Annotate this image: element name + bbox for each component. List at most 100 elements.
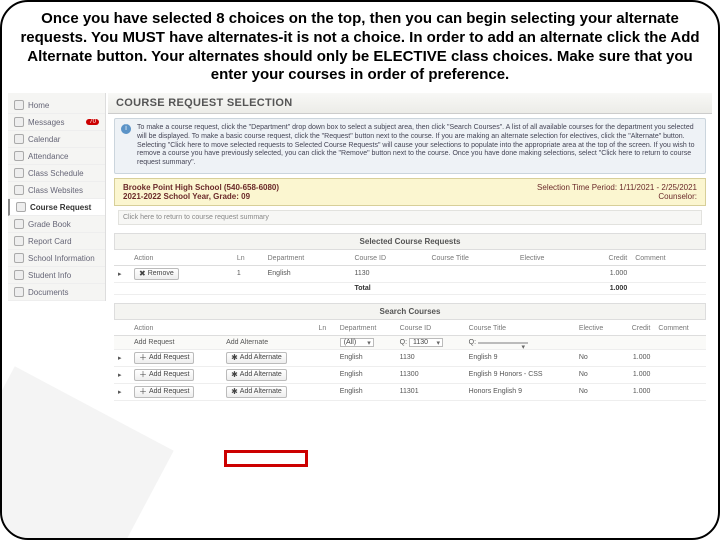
book-icon xyxy=(14,219,24,229)
expand-icon[interactable]: ▸ xyxy=(118,389,122,396)
sidebar-label: School Information xyxy=(28,254,95,263)
sidebar-item-class-schedule[interactable]: Class Schedule xyxy=(8,165,105,182)
cell-elective: No xyxy=(575,349,619,366)
sidebar-item-messages[interactable]: Messages70 xyxy=(8,114,105,131)
info-banner: i To make a course request, click the "D… xyxy=(114,118,706,174)
x-icon: ✖ xyxy=(139,270,146,278)
sidebar-label: Attendance xyxy=(28,152,68,161)
sidebar-item-grade-book[interactable]: Grade Book xyxy=(8,216,105,233)
school-name: Brooke Point High School (540-658-6080) xyxy=(123,183,279,192)
remove-button[interactable]: ✖Remove xyxy=(134,268,179,280)
sidebar-label: Documents xyxy=(28,288,68,297)
col-dept: Department xyxy=(336,322,396,336)
cell-elective: No xyxy=(575,383,619,400)
school-year-grade: 2021-2022 School Year, Grade: 09 xyxy=(123,192,279,201)
col-comment: Comment xyxy=(631,252,706,266)
cell-credit: 1.000 xyxy=(619,349,655,366)
cell-comment xyxy=(631,265,706,282)
cell-dept: English xyxy=(336,349,396,366)
col-dept: Department xyxy=(264,252,351,266)
app-screenshot: Home Messages70 Calendar Attendance Clas… xyxy=(8,93,712,401)
cell-ctitle: English 9 Honors - CSS xyxy=(465,366,575,383)
sidebar-item-student-info[interactable]: Student Info xyxy=(8,267,105,284)
total-label: Total xyxy=(350,282,427,294)
cell-ctitle: Honors English 9 xyxy=(465,383,575,400)
filter-row: Add Request Add Alternate (All) Q: 1130 … xyxy=(114,335,706,349)
add-alternate-button[interactable]: ✱Add Alternate xyxy=(226,369,287,381)
q-label: Q: xyxy=(469,339,476,346)
sidebar-label: Class Websites xyxy=(28,186,83,195)
courseid-select[interactable]: 1130 xyxy=(409,338,443,347)
sidebar-item-documents[interactable]: Documents xyxy=(8,284,105,301)
sidebar-label: Report Card xyxy=(28,237,72,246)
sidebar-item-class-websites[interactable]: Class Websites xyxy=(8,182,105,199)
info-icon: i xyxy=(121,124,131,134)
col-credit: Credit xyxy=(619,322,655,336)
col-comment: Comment xyxy=(654,322,706,336)
asterisk-icon: ✱ xyxy=(231,388,238,396)
btn-label: Add Request xyxy=(149,388,189,395)
totals-row: Total 1.000 xyxy=(114,282,706,294)
cell-ctitle xyxy=(427,265,515,282)
document-icon xyxy=(14,287,24,297)
add-alternate-button[interactable]: ✱Add Alternate xyxy=(226,386,287,398)
asterisk-icon: ✱ xyxy=(231,371,238,379)
cell-cid: 1130 xyxy=(396,349,465,366)
page-title: COURSE REQUEST SELECTION xyxy=(108,93,712,114)
cell-dept: English xyxy=(336,383,396,400)
expand-icon[interactable]: ▸ xyxy=(118,271,122,278)
callout-highlight xyxy=(224,450,308,467)
selected-requests-header: Selected Course Requests xyxy=(114,233,706,250)
cell-cid: 1130 xyxy=(350,265,427,282)
cell-ln: 1 xyxy=(233,265,264,282)
card-icon xyxy=(14,236,24,246)
add-alternate-header: Add Alternate xyxy=(226,339,268,346)
cell-dept: English xyxy=(264,265,351,282)
btn-label: Add Alternate xyxy=(240,354,282,361)
add-alternate-button[interactable]: ✱Add Alternate xyxy=(226,352,287,364)
coursetitle-select[interactable] xyxy=(478,342,528,344)
sidebar-item-report-card[interactable]: Report Card xyxy=(8,233,105,250)
return-summary-link[interactable]: Click here to return to course request s… xyxy=(118,210,702,225)
cell-cid: 11300 xyxy=(396,366,465,383)
dept-select[interactable]: (All) xyxy=(340,338,374,347)
col-action: Action xyxy=(130,322,314,336)
counselor-label: Counselor: xyxy=(537,192,697,201)
cell-cid: 11301 xyxy=(396,383,465,400)
selected-requests-table: Action Ln Department Course ID Course Ti… xyxy=(114,252,706,295)
sidebar-label: Home xyxy=(28,101,49,110)
asterisk-icon: ✱ xyxy=(231,354,238,362)
calendar-icon xyxy=(14,134,24,144)
sidebar-label: Calendar xyxy=(28,135,60,144)
btn-label: Add Alternate xyxy=(240,371,282,378)
sidebar-item-home[interactable]: Home xyxy=(8,97,105,114)
cell-credit: 1.000 xyxy=(619,383,655,400)
info-text: To make a course request, click the "Dep… xyxy=(137,124,699,168)
sidebar-item-attendance[interactable]: Attendance xyxy=(8,148,105,165)
table-row: ▸ ✖Remove 1 English 1130 1.000 xyxy=(114,265,706,282)
col-ln: Ln xyxy=(314,322,335,336)
table-row: ▸ ＋Add Request ✱Add Alternate English 11… xyxy=(114,383,706,400)
col-cid: Course ID xyxy=(350,252,427,266)
add-request-button[interactable]: ＋Add Request xyxy=(134,352,194,364)
sidebar: Home Messages70 Calendar Attendance Clas… xyxy=(8,93,106,301)
add-request-button[interactable]: ＋Add Request xyxy=(134,369,194,381)
sidebar-label: Course Request xyxy=(30,203,91,212)
building-icon xyxy=(14,253,24,263)
search-courses-header: Search Courses xyxy=(114,303,706,320)
total-credit: 1.000 xyxy=(579,282,631,294)
cell-credit: 1.000 xyxy=(619,366,655,383)
expand-icon[interactable]: ▸ xyxy=(118,372,122,379)
expand-icon[interactable]: ▸ xyxy=(118,355,122,362)
cell-ctitle: English 9 xyxy=(465,349,575,366)
add-request-button[interactable]: ＋Add Request xyxy=(134,386,194,398)
sidebar-item-course-request[interactable]: Course Request xyxy=(8,199,105,216)
cell-elective xyxy=(516,265,579,282)
sidebar-item-school-info[interactable]: School Information xyxy=(8,250,105,267)
sidebar-item-calendar[interactable]: Calendar xyxy=(8,131,105,148)
sidebar-label: Grade Book xyxy=(28,220,71,229)
messages-badge: 70 xyxy=(86,119,99,125)
col-action: Action xyxy=(130,252,233,266)
btn-label: Add Request xyxy=(149,371,189,378)
cell-credit: 1.000 xyxy=(579,265,631,282)
